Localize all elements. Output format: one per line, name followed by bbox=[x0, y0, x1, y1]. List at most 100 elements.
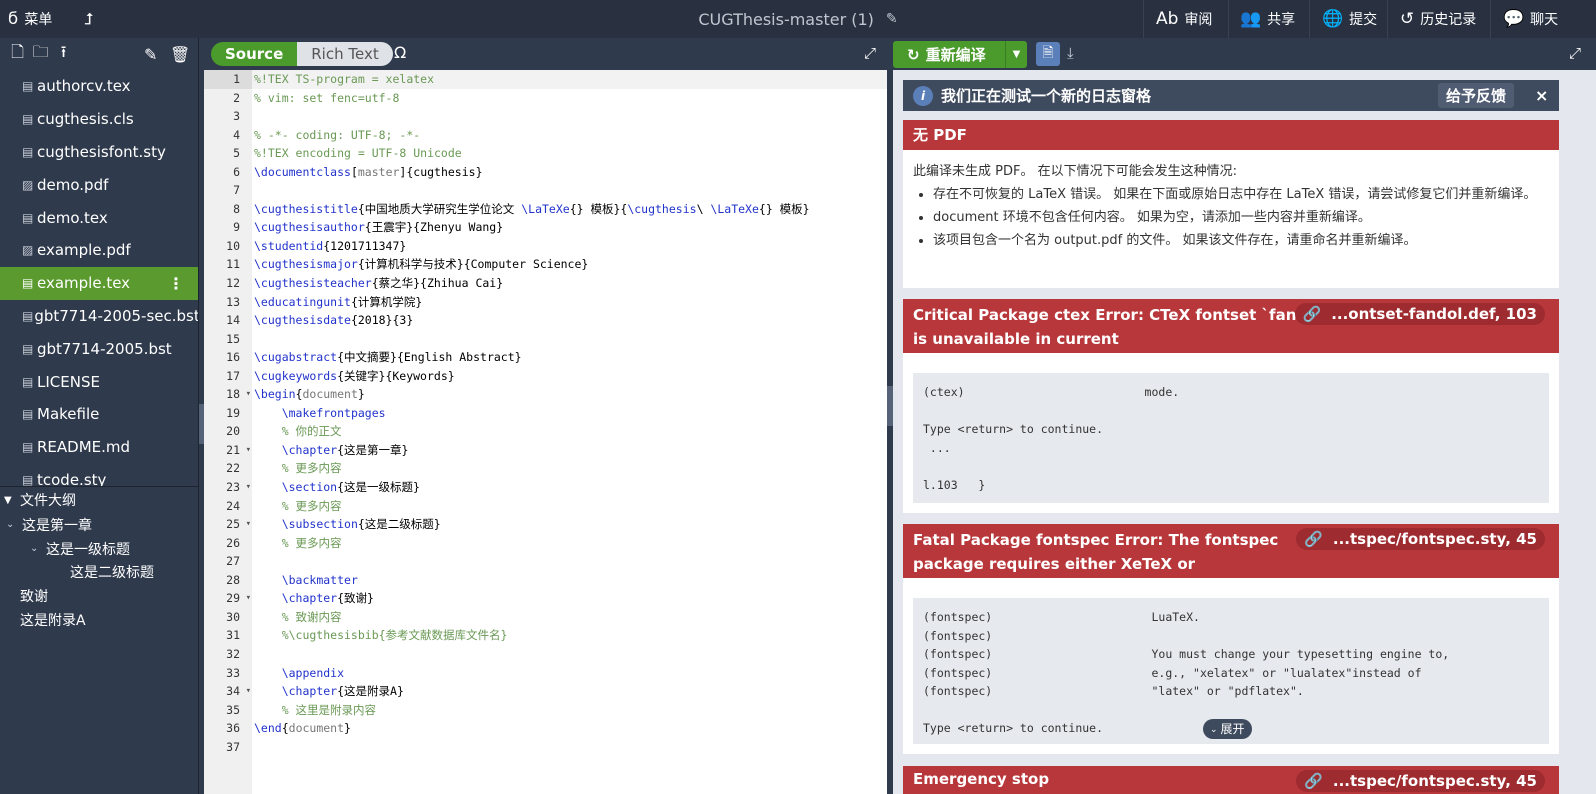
file-item[interactable]: ▤ gbt7714-2005-sec.bst bbox=[0, 300, 198, 333]
code-line[interactable]: \chapter{这是附录A} bbox=[252, 682, 887, 701]
file-item[interactable]: ▤ LICENSE bbox=[0, 365, 198, 398]
code-line[interactable]: \end{document} bbox=[252, 719, 887, 738]
code-line[interactable]: \subsection{这是二级标题} bbox=[252, 515, 887, 534]
code-line[interactable]: \cugthesistitle{中国地质大学研究生学位论文 \LaTeXe{} … bbox=[252, 200, 887, 219]
outline-item[interactable]: 这是二级标题 bbox=[0, 560, 198, 584]
up-level-button[interactable]: ⮥ bbox=[84, 0, 93, 38]
code-line[interactable]: \chapter{这是第一章} bbox=[252, 441, 887, 460]
rename-pencil-icon[interactable]: ✎ bbox=[144, 45, 157, 64]
code-line[interactable]: % 这里是附录内容 bbox=[252, 701, 887, 720]
outline-items: ⌄ 这是第一章 ⌄ 这是一级标题 这是二级标题 致谢 这是附录A bbox=[0, 513, 198, 631]
new-folder-icon[interactable]: 🗀 bbox=[29, 41, 52, 68]
outline-item[interactable]: ⌄ 这是第一章 bbox=[0, 513, 198, 537]
file-item[interactable]: ▤ example.tex ⋮ bbox=[0, 266, 198, 300]
code-line[interactable] bbox=[252, 738, 887, 757]
submit-button[interactable]: 🌐 提交 bbox=[1322, 0, 1377, 38]
file-item[interactable]: ▤ Makefile bbox=[0, 398, 198, 431]
no-pdf-body: 此编译未生成 PDF。 在以下情况下可能会发生这种情况: 存在不可恢复的 LaT… bbox=[903, 150, 1559, 252]
chevron-down-icon[interactable]: ⌄ bbox=[30, 543, 46, 554]
code-line[interactable]: % 致谢内容 bbox=[252, 608, 887, 627]
code-line[interactable]: \cugthesisteacher{蔡之华}{Zhihua Cai} bbox=[252, 274, 887, 293]
chat-button[interactable]: 💬 聊天 bbox=[1503, 0, 1558, 38]
expand-pdf-icon[interactable]: ⤢ bbox=[1569, 44, 1581, 62]
file-item[interactable]: ▤ cugthesis.cls bbox=[0, 103, 198, 136]
error-header: Fatal Package fontspec Error: The fontsp… bbox=[903, 524, 1559, 578]
code-line[interactable]: %!TEX TS-program = xelatex bbox=[252, 70, 887, 89]
file-item[interactable]: ▨ example.pdf bbox=[0, 234, 198, 267]
code-line[interactable]: % vim: set fenc=utf-8 bbox=[252, 89, 887, 108]
rich-text-mode-button[interactable]: Rich Text bbox=[297, 42, 393, 66]
review-button[interactable]: Ab 审阅 bbox=[1156, 0, 1212, 38]
file-item[interactable]: ▤ cugthesisfont.sty bbox=[0, 136, 198, 169]
code-line[interactable] bbox=[252, 552, 887, 571]
trash-icon[interactable]: 🗑 bbox=[170, 45, 190, 64]
code-line[interactable]: \chapter{致谢} bbox=[252, 589, 887, 608]
share-button[interactable]: 👥 共享 bbox=[1240, 0, 1295, 38]
error-location-link[interactable]: 🔗 ...ontset-fandol.def, 103 bbox=[1294, 303, 1545, 325]
expand-icon[interactable]: ⤢ bbox=[864, 44, 876, 62]
code-line[interactable]: \makefrontpages bbox=[252, 404, 887, 423]
preview-toolbar: ↻ 重新编译 ▼ 🗎 ⤓ ⤢ bbox=[893, 38, 1596, 70]
line-number: 8 bbox=[233, 201, 240, 216]
source-mode-button[interactable]: Source bbox=[211, 42, 298, 66]
code-line[interactable]: \cugkeywords{关键字}{Keywords} bbox=[252, 367, 887, 386]
outline-item[interactable]: ⌄ 这是一级标题 bbox=[0, 537, 198, 561]
outline-header[interactable]: ▼ 文件大纲 bbox=[0, 487, 198, 513]
error-location: ...ontset-fandol.def, 103 bbox=[1331, 305, 1537, 323]
code-line[interactable]: \studentid{1201711347} bbox=[252, 237, 887, 256]
file-item[interactable]: ▨ demo.pdf bbox=[0, 168, 198, 201]
code-line[interactable]: \section{这是一级标题} bbox=[252, 478, 887, 497]
code-line[interactable]: \cugthesismajor{计算机科学与技术}{Computer Scien… bbox=[252, 255, 887, 274]
chevron-down-icon[interactable]: ⌄ bbox=[6, 519, 22, 530]
code-line[interactable]: \educatingunit{计算机学院} bbox=[252, 293, 887, 312]
code-line[interactable]: \backmatter bbox=[252, 571, 887, 590]
code-line[interactable]: % -*- coding: UTF-8; -*- bbox=[252, 126, 887, 145]
code-line[interactable]: %!TEX encoding = UTF-8 Unicode bbox=[252, 144, 887, 163]
code-line[interactable]: \cugthesisdate{2018}{3} bbox=[252, 311, 887, 330]
error-location-link[interactable]: 🔗 ...tspec/fontspec.sty, 45 bbox=[1296, 528, 1545, 550]
code-line[interactable]: % 更多内容 bbox=[252, 497, 887, 516]
code-line[interactable]: % 更多内容 bbox=[252, 459, 887, 478]
expand-button[interactable]: ⌄ 展开 bbox=[1203, 719, 1252, 739]
recompile-button[interactable]: ↻ 重新编译 ▼ bbox=[893, 41, 1027, 68]
code-line[interactable] bbox=[252, 330, 887, 349]
project-title[interactable]: CUGThesis-master (1) bbox=[698, 10, 874, 29]
code-line[interactable]: \cugabstract{中文摘要}{English Abstract} bbox=[252, 348, 887, 367]
code-line[interactable]: \documentclass[master]{cugthesis} bbox=[252, 163, 887, 182]
line-number: 12 bbox=[226, 276, 240, 291]
logs-view-icon[interactable]: 🗎 bbox=[1036, 42, 1060, 66]
outline-item[interactable]: 致谢 bbox=[0, 584, 198, 608]
link-icon: 🔗 bbox=[1302, 305, 1322, 323]
code-line[interactable]: %\cugthesisbib{参考文献数据库文件名} bbox=[252, 626, 887, 645]
more-options-icon[interactable]: ⋮ bbox=[168, 274, 184, 293]
file-item[interactable]: ▤ demo.tex bbox=[0, 201, 198, 234]
code-line[interactable]: \cugthesisauthor{王震宇}{Zhenyu Wang} bbox=[252, 218, 887, 237]
recompile-dropdown-icon[interactable]: ▼ bbox=[1005, 41, 1027, 68]
feedback-button[interactable]: 给予反馈 bbox=[1438, 83, 1515, 108]
code-line[interactable]: % 你的正文 bbox=[252, 422, 887, 441]
symbol-palette-button[interactable]: Ω bbox=[394, 43, 406, 62]
history-button[interactable]: ↺ 历史记录 bbox=[1400, 0, 1476, 38]
file-item[interactable]: ▤ gbt7714-2005.bst bbox=[0, 332, 198, 365]
file-list: ▤ authorcv.tex ▤ cugthesis.cls ▤ cugthesisfon… bbox=[0, 70, 198, 518]
error-location-link[interactable]: 🔗 ...tspec/fontspec.sty, 45 bbox=[1296, 770, 1545, 792]
code-line[interactable] bbox=[252, 181, 887, 200]
download-icon[interactable]: ⤓ bbox=[1067, 44, 1074, 62]
pencil-icon[interactable]: ✎ bbox=[886, 11, 898, 27]
no-pdf-title: 无 PDF bbox=[903, 120, 1559, 150]
code-line[interactable]: \begin{document} bbox=[252, 385, 887, 404]
code-line[interactable]: % 更多内容 bbox=[252, 534, 887, 553]
code-line[interactable] bbox=[252, 107, 887, 126]
upload-icon[interactable]: ⭱ bbox=[52, 41, 75, 68]
outline-item[interactable]: 这是附录A bbox=[0, 608, 198, 632]
code-line[interactable] bbox=[252, 645, 887, 664]
code-lines[interactable]: %!TEX TS-program = xelatex% vim: set fen… bbox=[252, 70, 887, 756]
close-icon[interactable]: × bbox=[1535, 86, 1548, 105]
code-line[interactable]: \appendix bbox=[252, 664, 887, 683]
file-item[interactable]: ▤ authorcv.tex bbox=[0, 70, 198, 103]
menu-button[interactable]: ϭ 菜单 bbox=[8, 0, 52, 38]
line-number: 35 bbox=[226, 702, 240, 717]
new-file-icon[interactable]: 🗋 bbox=[6, 41, 29, 68]
file-item[interactable]: ▤ README.md bbox=[0, 431, 198, 464]
code-editor[interactable]: 1234567891011121314151617181920212223242… bbox=[204, 70, 887, 794]
